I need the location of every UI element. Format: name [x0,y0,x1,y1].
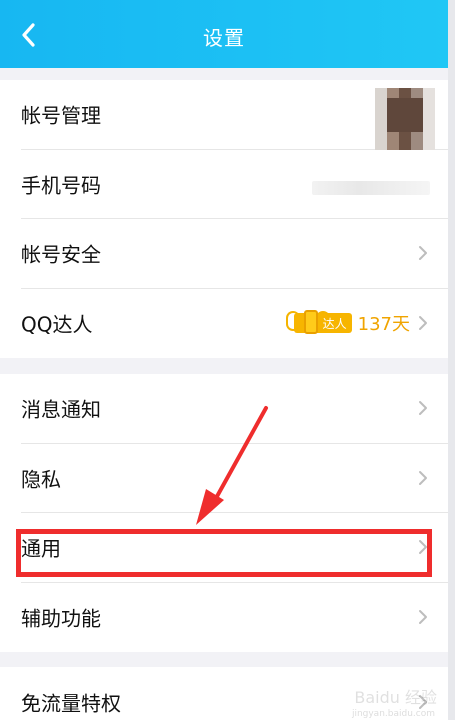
data-privilege-label: 免流量特权 [21,691,121,716]
chevron-right-icon [419,401,427,416]
watermark-url: jingyan.baidu.com [351,709,435,719]
chevron-right-icon [419,610,427,625]
account-security-row[interactable]: 帐号安全 [21,219,448,289]
avatar [375,88,435,150]
expert-days: 137天 [357,314,410,336]
accessibility-row[interactable]: 辅助功能 [21,583,448,653]
phone-number-row[interactable]: 手机号码 [21,150,448,219]
chevron-right-icon [419,316,427,331]
settings-group: 消息通知 隐私 通用 辅助功能 [0,374,448,652]
watermark: Baidu 经验 [354,688,437,707]
chevron-right-icon [419,470,427,485]
accessibility-label: 辅助功能 [21,606,101,631]
account-security-label: 帐号安全 [21,242,101,267]
qq-expert-label: QQ达人 [21,312,93,337]
account-management-label: 帐号管理 [21,103,101,128]
right-edge [448,0,455,720]
message-notification-row[interactable]: 消息通知 [21,374,448,444]
top-header: 设置 [0,0,448,68]
qq-expert-badge: 达人 137天 [285,310,410,336]
highlight-box [16,529,432,577]
chevron-right-icon [419,246,427,261]
privacy-row[interactable]: 隐私 [21,444,448,513]
account-management-row[interactable]: 帐号管理 [21,80,448,150]
privacy-label: 隐私 [21,467,61,492]
phone-number-label: 手机号码 [21,173,101,198]
message-notification-label: 消息通知 [21,397,101,422]
qq-expert-row[interactable]: QQ达人 达人 137天 [21,289,448,359]
phone-icon [303,310,318,335]
page-title: 设置 [203,26,245,50]
badge-wing-left [285,311,300,332]
badge-text: 达人 [322,317,347,332]
masked-phone-number [312,180,430,195]
account-group: 帐号管理 手机号码 帐号安全 QQ达人 达人 137天 [0,80,448,358]
expert-badge: 达人 [285,310,352,335]
